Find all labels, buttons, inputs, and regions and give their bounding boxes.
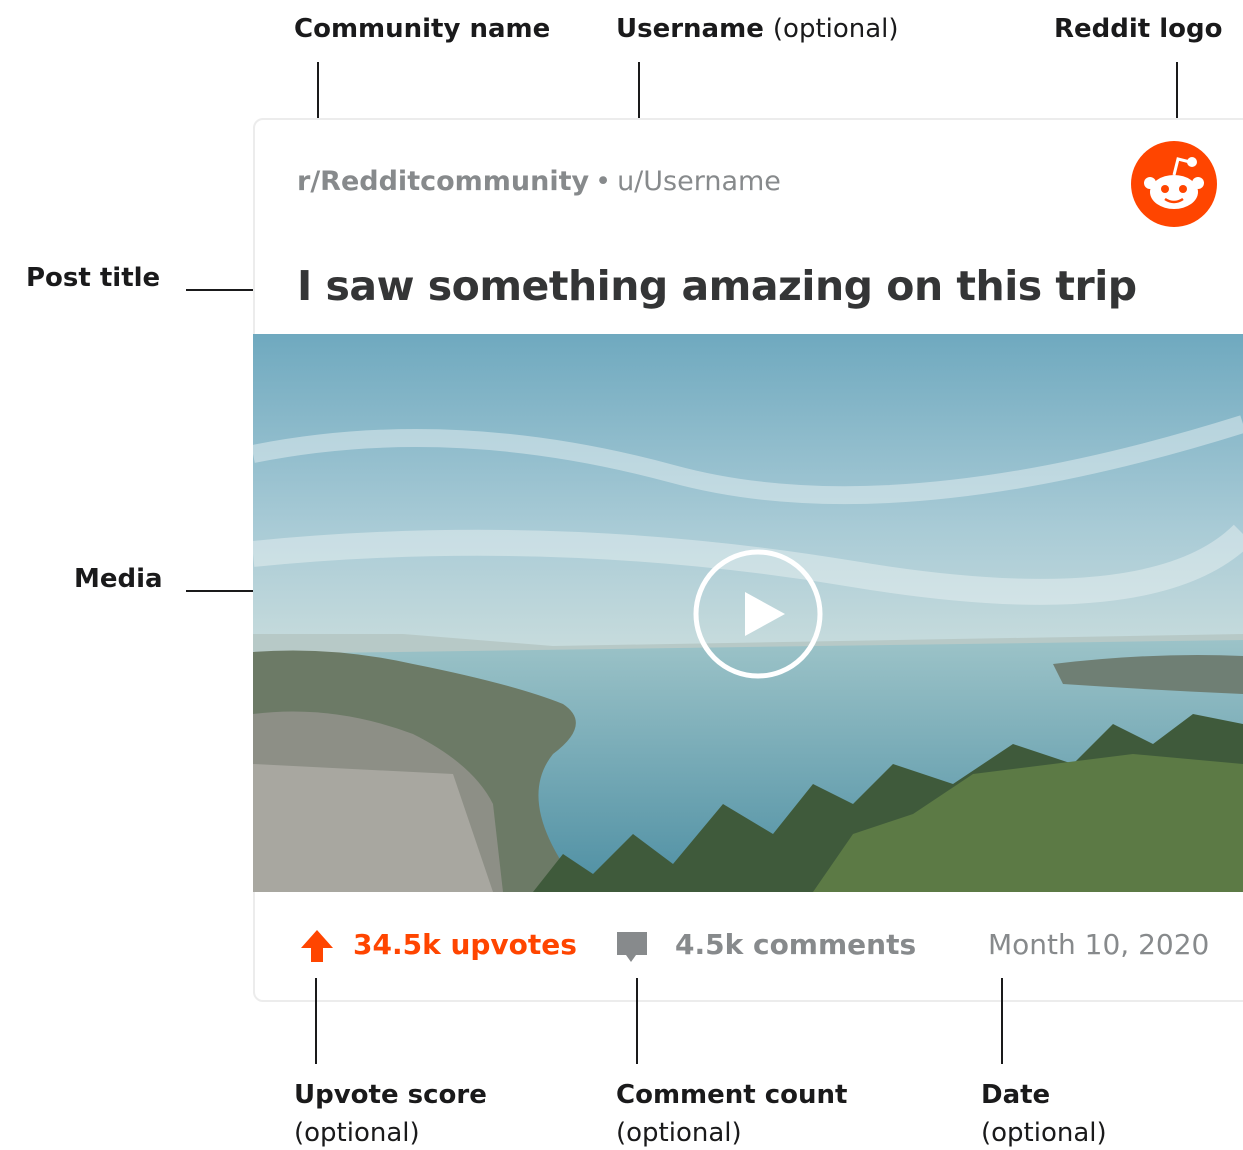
- upvote-score[interactable]: 34.5k upvotes: [353, 928, 577, 961]
- callout-upvote-optional: (optional): [294, 1118, 420, 1148]
- meta-separator: •: [595, 166, 612, 197]
- post-media[interactable]: [253, 334, 1243, 892]
- leader-line-upvote: [315, 978, 317, 1064]
- callout-date-optional: (optional): [981, 1118, 1107, 1148]
- callout-username-optional: (optional): [772, 14, 899, 44]
- callout-username-text: Username: [616, 14, 764, 44]
- callout-media: Media: [74, 564, 163, 594]
- callout-comment-optional: (optional): [616, 1118, 742, 1148]
- callout-community-name: Community name: [294, 14, 551, 44]
- leader-line-date: [1001, 978, 1003, 1064]
- upvote-arrow-icon[interactable]: [299, 928, 335, 964]
- callout-upvote-score: Upvote score: [294, 1080, 487, 1110]
- callout-date: Date: [981, 1080, 1051, 1110]
- post-meta: r/Redditcommunity • u/Username: [297, 166, 781, 197]
- community-name[interactable]: r/Redditcommunity: [297, 166, 589, 197]
- callout-reddit-logo: Reddit logo: [1054, 14, 1223, 44]
- reddit-snoo-icon[interactable]: [1131, 141, 1217, 227]
- leader-line-comment: [636, 978, 638, 1064]
- landscape-image: [253, 334, 1243, 892]
- comment-count[interactable]: 4.5k comments: [675, 928, 916, 961]
- callout-post-title: Post title: [26, 263, 161, 293]
- post-date: Month 10, 2020: [988, 928, 1210, 961]
- comment-bubble-icon[interactable]: [614, 929, 650, 965]
- callout-comment-count: Comment count: [616, 1080, 848, 1110]
- callout-username: Username (optional): [616, 14, 899, 44]
- username[interactable]: u/Username: [617, 166, 781, 197]
- post-title[interactable]: I saw something amazing on this trip: [297, 262, 1137, 310]
